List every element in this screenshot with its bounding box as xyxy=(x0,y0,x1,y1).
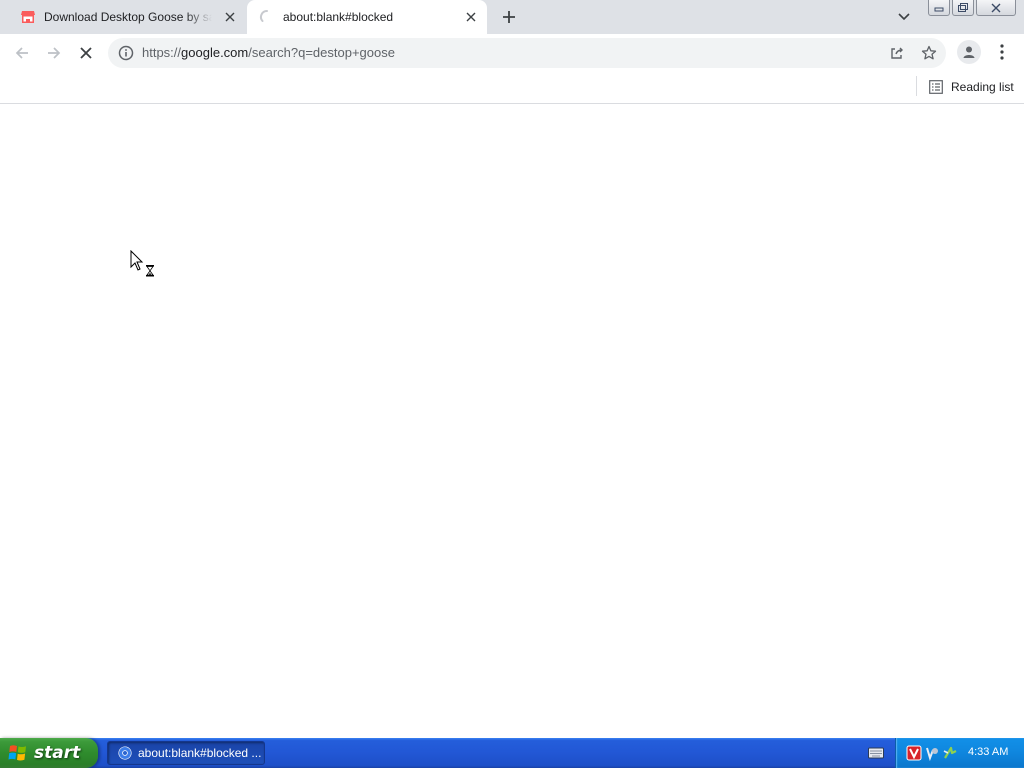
restore-button[interactable] xyxy=(952,0,974,16)
reading-list-button[interactable]: Reading list xyxy=(925,76,1018,98)
minimize-icon xyxy=(934,7,944,11)
stop-loading-button[interactable] xyxy=(74,41,98,65)
start-label: start xyxy=(34,743,81,763)
url-host: google.com xyxy=(181,45,249,60)
close-tab-icon[interactable] xyxy=(463,9,479,25)
chrome-menu-button[interactable] xyxy=(992,41,1012,63)
tab-strip: Download Desktop Goose by samperson abou… xyxy=(0,0,1024,34)
sync-arrow-icon[interactable] xyxy=(942,745,958,761)
profile-button[interactable] xyxy=(957,40,981,64)
browser-toolbar: https://google.com/search?q=destop+goose xyxy=(0,34,1024,72)
start-button[interactable]: start xyxy=(0,738,98,768)
new-tab-button[interactable] xyxy=(497,5,521,29)
page-content[interactable] xyxy=(0,104,1024,738)
address-bar[interactable]: https://google.com/search?q=destop+goose xyxy=(108,38,946,68)
arrow-right-icon xyxy=(48,47,61,59)
tab-desktop-goose[interactable]: Download Desktop Goose by samperson xyxy=(8,0,246,34)
forward-button[interactable] xyxy=(42,41,66,65)
taskbar-item-label: about:blank#blocked ... xyxy=(138,746,262,760)
network-icon[interactable] xyxy=(924,745,940,761)
bookmark-star-icon[interactable] xyxy=(920,44,938,62)
info-icon[interactable] xyxy=(118,45,134,61)
plus-icon xyxy=(503,11,515,23)
system-tray: 4:33 AM xyxy=(895,738,1024,768)
itchio-store-icon xyxy=(21,11,35,23)
tab-title: Download Desktop Goose by samperson xyxy=(44,10,212,24)
close-icon xyxy=(80,47,92,59)
share-icon[interactable] xyxy=(888,44,906,62)
chrome-icon xyxy=(118,746,132,760)
window-controls xyxy=(928,0,1016,16)
taskbar-item-chrome[interactable]: about:blank#blocked ... xyxy=(107,741,265,765)
restore-icon xyxy=(958,3,968,12)
keyboard-icon[interactable] xyxy=(868,746,884,760)
tab-title: about:blank#blocked xyxy=(283,10,394,24)
more-vertical-icon xyxy=(1000,44,1004,60)
avatar-icon xyxy=(963,46,975,58)
tab-about-blank[interactable]: about:blank#blocked xyxy=(247,0,487,34)
close-tab-icon[interactable] xyxy=(222,9,238,25)
bookmarks-bar: Reading list xyxy=(0,72,1024,104)
close-window-button[interactable] xyxy=(976,0,1016,16)
url-scheme: https:// xyxy=(142,45,182,60)
arrow-left-icon xyxy=(15,47,28,59)
close-icon xyxy=(991,3,1001,12)
reading-list-label: Reading list xyxy=(951,80,1014,94)
busy-cursor-icon xyxy=(130,250,154,277)
url-text: https://google.com/search?q=destop+goose xyxy=(142,46,395,60)
loading-spinner-icon xyxy=(259,9,268,22)
antivirus-shield-icon[interactable] xyxy=(906,745,922,761)
taskbar: start about:blank#blocked ... 4:33 AM xyxy=(0,738,1024,768)
url-path: /search?q=destop+goose xyxy=(248,45,395,60)
tab-search-button[interactable] xyxy=(894,7,914,27)
bookmarks-divider xyxy=(916,76,917,96)
clock: 4:33 AM xyxy=(968,746,1009,758)
windows-logo-icon xyxy=(8,745,26,761)
reading-list-icon xyxy=(929,80,943,94)
back-button[interactable] xyxy=(10,41,34,65)
minimize-button[interactable] xyxy=(928,0,950,16)
chevron-down-icon xyxy=(898,13,910,21)
